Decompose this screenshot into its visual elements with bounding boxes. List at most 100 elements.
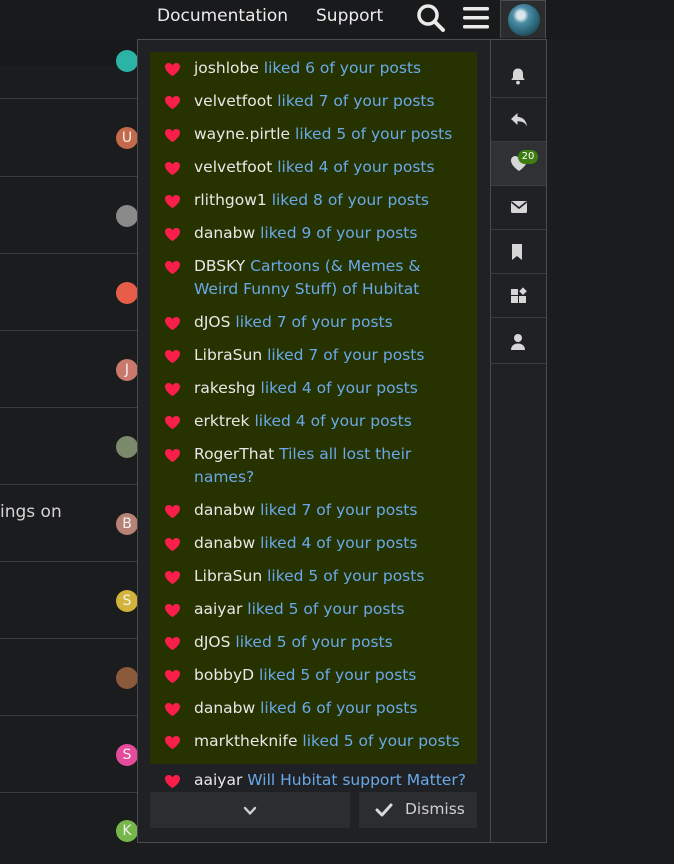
notification-username: danabw bbox=[194, 224, 256, 242]
heart-icon bbox=[164, 381, 181, 397]
notification-item[interactable]: LibraSun liked 5 of your posts bbox=[150, 560, 477, 593]
show-more-button[interactable] bbox=[150, 792, 350, 828]
notification-username: LibraSun bbox=[194, 346, 263, 364]
divider bbox=[0, 330, 137, 331]
divider bbox=[0, 561, 137, 562]
notification-item[interactable]: rakeshg liked 4 of your posts bbox=[150, 372, 477, 405]
support-link[interactable]: Support bbox=[316, 6, 383, 26]
notification-item[interactable]: danabw liked 6 of your posts bbox=[150, 692, 477, 725]
notification-item[interactable]: velvetfoot liked 4 of your posts bbox=[150, 151, 477, 184]
notification-username: aaiyar bbox=[194, 771, 243, 789]
heart-icon bbox=[164, 536, 181, 552]
notification-description: liked 5 of your posts bbox=[295, 125, 453, 143]
notification-username: aaiyar bbox=[194, 600, 243, 618]
avatar[interactable] bbox=[116, 282, 138, 304]
avatar[interactable]: S bbox=[116, 744, 138, 766]
tab-review[interactable] bbox=[491, 274, 546, 318]
tab-likes[interactable]: 20 bbox=[491, 142, 546, 186]
avatar[interactable]: K bbox=[116, 820, 138, 842]
tab-notifications[interactable] bbox=[491, 54, 546, 98]
widgets-icon bbox=[511, 287, 527, 303]
page-right-area bbox=[547, 40, 674, 864]
avatar[interactable] bbox=[116, 667, 138, 689]
notification-item[interactable]: RogerThat Tiles all lost their names? bbox=[150, 438, 477, 494]
heart-icon bbox=[164, 160, 181, 176]
tab-replies[interactable] bbox=[491, 98, 546, 142]
documentation-link[interactable]: Documentation bbox=[157, 6, 288, 26]
notification-username: rakeshg bbox=[194, 379, 256, 397]
user-menu-tabs: 20 bbox=[490, 40, 546, 842]
reply-icon bbox=[511, 113, 527, 127]
notification-description: liked 7 of your posts bbox=[260, 501, 418, 519]
hamburger-menu-icon[interactable] bbox=[462, 2, 490, 38]
divider bbox=[0, 792, 137, 793]
notification-username: velvetfoot bbox=[194, 158, 273, 176]
avatar[interactable]: B bbox=[116, 513, 138, 535]
notification-item[interactable]: DBSKY Cartoons (& Memes & Weird Funny St… bbox=[150, 250, 477, 306]
search-icon[interactable] bbox=[415, 2, 447, 38]
notification-item[interactable]: danabw liked 7 of your posts bbox=[150, 494, 477, 527]
heart-icon bbox=[164, 773, 181, 789]
notification-item[interactable]: wayne.pirtle liked 5 of your posts bbox=[150, 118, 477, 151]
notification-item[interactable]: rlithgow1 liked 8 of your posts bbox=[150, 184, 477, 217]
avatar bbox=[508, 4, 540, 36]
avatar[interactable] bbox=[116, 50, 138, 72]
notification-description: liked 5 of your posts bbox=[235, 633, 393, 651]
dismiss-button[interactable]: Dismiss bbox=[359, 792, 477, 828]
notification-username: danabw bbox=[194, 699, 256, 717]
avatar[interactable]: U bbox=[116, 127, 138, 149]
heart-icon bbox=[164, 635, 181, 651]
divider bbox=[0, 484, 137, 485]
heart-icon bbox=[164, 348, 181, 364]
check-icon bbox=[375, 802, 393, 822]
heart-icon bbox=[164, 61, 181, 77]
tab-messages[interactable] bbox=[491, 186, 546, 230]
notification-item[interactable]: velvetfoot liked 7 of your posts bbox=[150, 85, 477, 118]
tab-profile[interactable] bbox=[491, 320, 546, 364]
notification-username: rlithgow1 bbox=[194, 191, 267, 209]
notification-item[interactable]: erktrek liked 4 of your posts bbox=[150, 405, 477, 438]
heart-icon bbox=[164, 94, 181, 110]
avatar[interactable]: S bbox=[116, 590, 138, 612]
topic-title-fragment[interactable]: ings on bbox=[0, 502, 62, 522]
notifications-list: joshlobe liked 6 of your posts velvetfoot… bbox=[150, 52, 477, 820]
notification-item[interactable]: danabw liked 9 of your posts bbox=[150, 217, 477, 250]
notification-description: liked 7 of your posts bbox=[277, 92, 435, 110]
divider bbox=[0, 715, 137, 716]
heart-icon bbox=[164, 701, 181, 717]
notification-item[interactable]: LibraSun liked 7 of your posts bbox=[150, 339, 477, 372]
site-header: Documentation Support bbox=[0, 0, 674, 40]
notification-item[interactable]: danabw liked 4 of your posts bbox=[150, 527, 477, 560]
notification-description: liked 4 of your posts bbox=[277, 158, 435, 176]
tab-bookmarks[interactable] bbox=[491, 230, 546, 274]
notification-item[interactable]: aaiyar liked 5 of your posts bbox=[150, 593, 477, 626]
divider bbox=[0, 253, 137, 254]
user-avatar-button[interactable] bbox=[500, 0, 546, 38]
likes-count-badge: 20 bbox=[518, 150, 538, 164]
envelope-icon bbox=[510, 201, 528, 213]
heart-icon bbox=[164, 447, 181, 463]
notification-username: wayne.pirtle bbox=[194, 125, 291, 143]
notification-username: velvetfoot bbox=[194, 92, 273, 110]
divider bbox=[0, 176, 137, 177]
notification-username: RogerThat bbox=[194, 445, 275, 463]
avatar[interactable] bbox=[116, 436, 138, 458]
notification-description: liked 4 of your posts bbox=[260, 534, 418, 552]
avatar[interactable]: J bbox=[116, 359, 138, 381]
notification-item[interactable]: marktheknife liked 5 of your posts bbox=[150, 725, 477, 758]
notification-item[interactable]: dJOS liked 7 of your posts bbox=[150, 306, 477, 339]
notifications-panel: joshlobe liked 6 of your posts velvetfoot… bbox=[137, 39, 547, 843]
notification-username: dJOS bbox=[194, 633, 231, 651]
avatar[interactable] bbox=[116, 205, 138, 227]
chevron-down-icon bbox=[243, 803, 257, 822]
notification-item[interactable]: joshlobe liked 6 of your posts bbox=[150, 52, 477, 85]
notifications-footer: Dismiss bbox=[150, 792, 477, 830]
user-icon bbox=[511, 334, 525, 350]
bell-icon bbox=[511, 68, 525, 85]
notification-description: liked 5 of your posts bbox=[302, 732, 460, 750]
notification-item[interactable]: bobbyD liked 5 of your posts bbox=[150, 659, 477, 692]
notification-username: danabw bbox=[194, 534, 256, 552]
notification-item[interactable]: dJOS liked 5 of your posts bbox=[150, 626, 477, 659]
notification-description: liked 7 of your posts bbox=[235, 313, 393, 331]
notification-username: joshlobe bbox=[194, 59, 259, 77]
